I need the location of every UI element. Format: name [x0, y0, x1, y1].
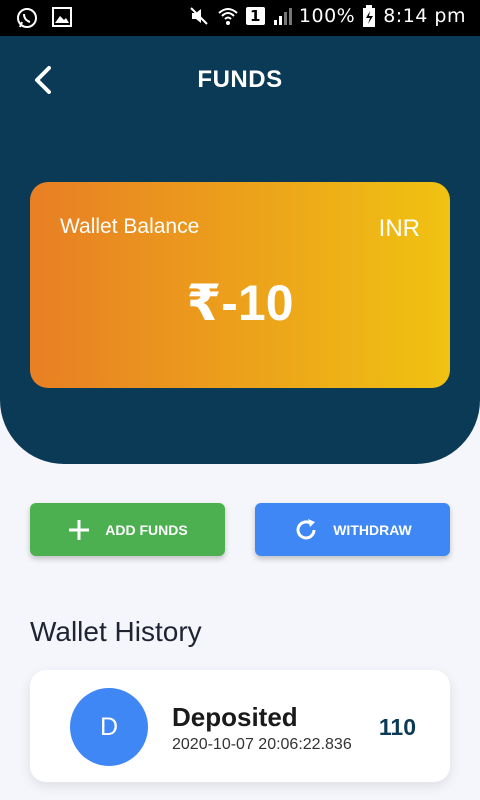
wifi-icon: [218, 8, 238, 25]
status-bar: 1 100% 8:14 pm: [0, 0, 480, 36]
wallet-history-title: Wallet History: [30, 616, 202, 647]
avatar: D: [70, 688, 148, 766]
withdraw-label: WITHDRAW: [333, 521, 412, 538]
transaction-date: 2020-10-07 20:06:22.836: [172, 736, 352, 753]
transaction-amount: 110: [378, 714, 416, 740]
mute-icon: [190, 7, 208, 25]
balance-amount: ₹-10: [186, 275, 294, 331]
battery-icon: [363, 5, 376, 27]
clock: 8:14 pm: [383, 5, 466, 27]
wallet-balance-card: Wallet Balance INR ₹-10: [30, 182, 450, 388]
history-item[interactable]: D Deposited 2020-10-07 20:06:22.836 110: [30, 670, 450, 782]
currency-label: INR: [378, 215, 420, 242]
transaction-type: Deposited: [172, 702, 298, 732]
refresh-icon: [296, 518, 316, 539]
signal-icon: [273, 8, 292, 25]
sim-indicator: 1: [245, 7, 265, 25]
gallery-icon: [52, 7, 72, 27]
funds-header: FUNDS Wallet Balance INR ₹-10: [0, 36, 480, 464]
wallet-balance-label: Wallet Balance: [60, 215, 200, 238]
add-funds-label: ADD FUNDS: [105, 521, 188, 538]
plus-icon: [69, 519, 90, 540]
whatsapp-icon: [17, 8, 37, 28]
page-title: FUNDS: [197, 66, 283, 93]
battery-percent: 100%: [298, 5, 356, 27]
withdraw-button[interactable]: WITHDRAW: [255, 503, 450, 556]
add-funds-button[interactable]: ADD FUNDS: [30, 503, 225, 556]
